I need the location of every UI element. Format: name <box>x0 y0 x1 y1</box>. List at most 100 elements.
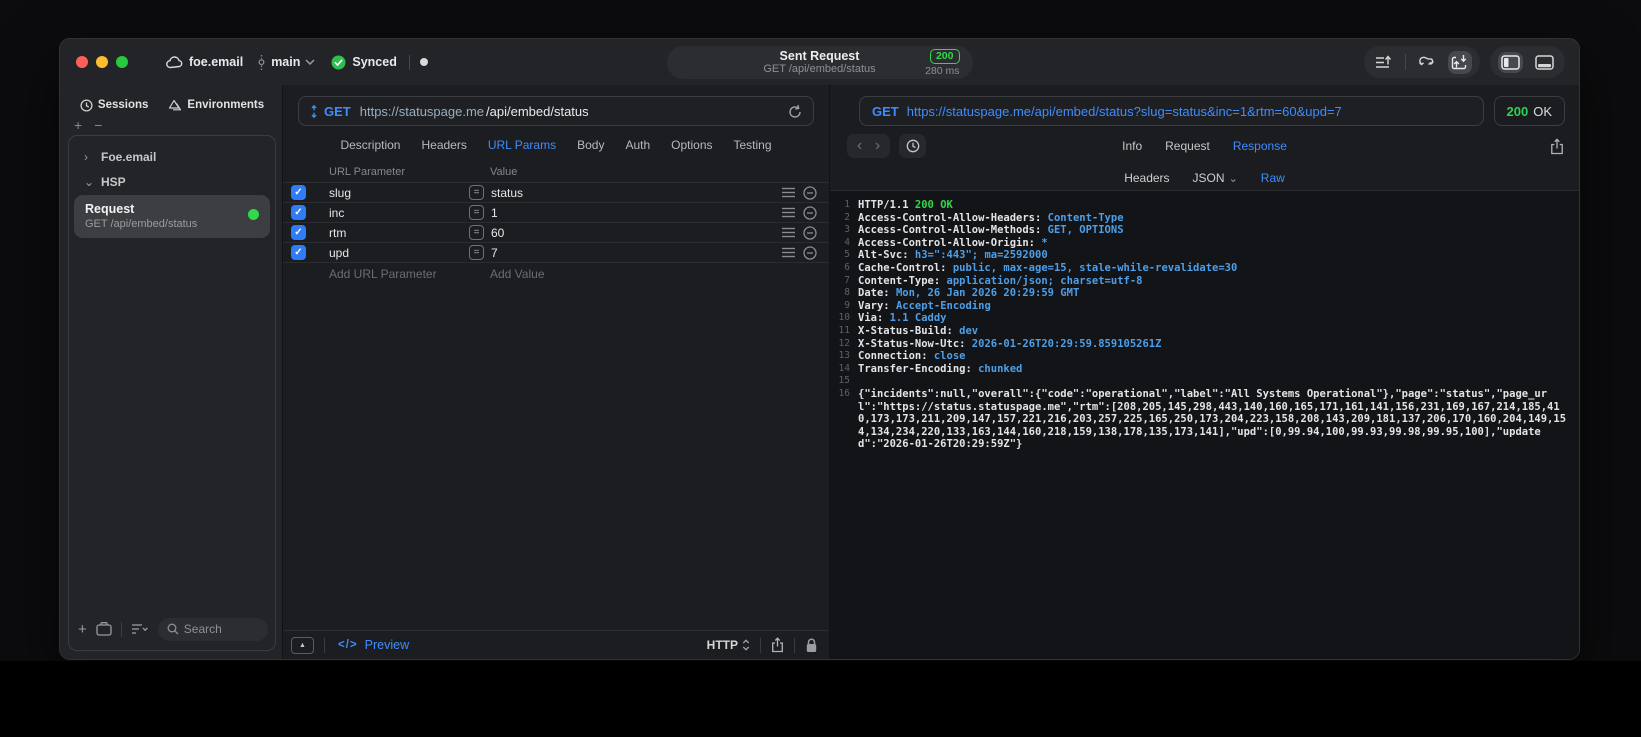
remove-item-button[interactable]: − <box>94 118 102 133</box>
param-name-field[interactable]: rtm <box>329 226 469 240</box>
request-url-input[interactable]: GET https://statuspage.me/api/embed/stat… <box>298 96 814 126</box>
format-tab-json[interactable]: JSON ⌄ <box>1193 171 1238 185</box>
remove-row-icon[interactable] <box>803 225 817 240</box>
request-duration: 280 ms <box>925 65 960 77</box>
header-name: X-Status-Build: <box>858 324 960 337</box>
param-name-field[interactable]: inc <box>329 206 469 220</box>
sent-request-subtitle: GET /api/embed/status <box>763 63 876 76</box>
dynamic-values-icon[interactable] <box>1415 51 1439 73</box>
zoom-window-button[interactable] <box>116 56 128 68</box>
sent-request-pill[interactable]: Sent Request GET /api/embed/status 200 2… <box>666 46 973 79</box>
drag-handle-icon[interactable] <box>782 207 795 218</box>
tab-options[interactable]: Options <box>671 138 712 152</box>
param-checkbox[interactable]: ✓ <box>291 205 306 220</box>
remove-row-icon[interactable] <box>803 205 817 220</box>
column-header-value: Value <box>490 165 518 178</box>
method-stepper-icon[interactable] <box>310 104 318 118</box>
response-tab-request[interactable]: Request <box>1165 139 1210 153</box>
tab-body[interactable]: Body <box>577 138 604 152</box>
tree-item-label: HSP <box>101 174 126 189</box>
add-url-parameter-field[interactable]: Add URL Parameter <box>329 267 490 281</box>
header-value: 1.1 Caddy <box>889 312 947 325</box>
sync-status[interactable]: Synced <box>331 55 397 70</box>
collapse-editor-button[interactable]: ▲ <box>291 636 314 654</box>
new-group-icon[interactable] <box>96 622 112 636</box>
response-body-view[interactable]: 1 HTTP/1.1 200 OK 2 Access-Control-Allow-He… <box>830 191 1579 659</box>
history-clock-button[interactable] <box>899 134 926 158</box>
search-placeholder: Search <box>183 622 222 636</box>
remove-row-icon[interactable] <box>803 185 817 200</box>
header-value: Mon, 26 Jan 2026 20:29:59 GMT <box>895 287 1080 300</box>
response-tab-response[interactable]: Response <box>1233 139 1287 153</box>
line-content <box>858 375 1571 388</box>
format-tab-headers[interactable]: Headers <box>1124 171 1169 185</box>
format-tab-raw[interactable]: Raw <box>1261 171 1285 185</box>
titlebar: foe.email main Synced Sent Request GET /… <box>60 39 1579 85</box>
tree-item-foe-email[interactable]: › Foe.email <box>69 144 275 169</box>
response-status: 200 OK <box>1493 96 1565 126</box>
tab-url-params[interactable]: URL Params <box>488 138 556 152</box>
branch-selector[interactable]: main <box>257 54 315 70</box>
titlebar-divider <box>408 54 410 70</box>
preview-button[interactable]: </> Preview <box>338 638 409 652</box>
tree-item-hsp[interactable]: ⌄ HSP <box>69 169 275 194</box>
drag-handle-icon[interactable] <box>782 187 795 198</box>
drag-handle-icon[interactable] <box>782 247 795 258</box>
param-name-field[interactable]: slug <box>329 186 469 200</box>
code-line: 6 Cache-Control: public, max-age=15, stal… <box>830 262 1571 275</box>
protocol-selector[interactable]: HTTP <box>707 638 750 652</box>
send-receive-icon[interactable] <box>1448 50 1472 74</box>
response-status-text: OK <box>1533 103 1552 119</box>
tab-headers[interactable]: Headers <box>421 138 466 152</box>
minimize-window-button[interactable] <box>96 56 108 68</box>
tab-environments[interactable]: Environments <box>168 99 264 112</box>
remove-row-icon[interactable] <box>803 245 817 260</box>
header-name: X-Status-Now-Utc: <box>858 337 972 350</box>
response-panel: GET https://statuspage.me/api/embed/stat… <box>830 85 1579 659</box>
param-name-field[interactable]: upd <box>329 246 469 260</box>
line-content: Via: 1.1 Caddy <box>858 312 1571 325</box>
new-request-icon[interactable]: + <box>78 621 87 638</box>
param-value-field[interactable]: 7 <box>491 246 782 260</box>
request-status-dot <box>248 209 259 220</box>
export-response-icon[interactable] <box>1550 137 1564 155</box>
add-item-button[interactable]: + <box>74 118 82 133</box>
request-order-icon[interactable] <box>1372 52 1396 73</box>
param-checkbox[interactable]: ✓ <box>291 185 306 200</box>
param-value-field[interactable]: status <box>491 186 782 200</box>
param-row-upd: ✓ upd = 7 <box>283 242 829 262</box>
header-name: Cache-Control: <box>858 261 953 274</box>
param-checkbox[interactable]: ✓ <box>291 225 306 240</box>
toggle-left-sidebar-icon[interactable] <box>1498 51 1523 73</box>
history-forward-button[interactable]: › <box>869 135 886 157</box>
reload-icon[interactable] <box>788 104 802 119</box>
param-checkbox[interactable]: ✓ <box>291 245 306 260</box>
params-rows: ✓ slug = status ✓ inc = 1 ✓ rtm = 60 ✓ upd = 7 <box>283 182 829 262</box>
request-method[interactable]: GET <box>324 104 351 119</box>
share-icon[interactable] <box>771 637 784 653</box>
equals-badge-icon: = <box>469 205 484 220</box>
tab-description[interactable]: Description <box>340 138 400 152</box>
tab-auth[interactable]: Auth <box>625 138 650 152</box>
response-url-display[interactable]: GET https://statuspage.me/api/embed/stat… <box>859 96 1484 126</box>
tab-sessions[interactable]: Sessions <box>80 98 148 112</box>
history-back-button[interactable]: ‹ <box>851 135 868 157</box>
response-tab-info[interactable]: Info <box>1122 139 1142 153</box>
code-line: 3 Access-Control-Allow-Methods: GET, OPTI… <box>830 224 1571 237</box>
tab-testing[interactable]: Testing <box>734 138 772 152</box>
close-window-button[interactable] <box>76 56 88 68</box>
app-window: foe.email main Synced Sent Request GET /… <box>59 38 1580 660</box>
param-value-field[interactable]: 1 <box>491 206 782 220</box>
add-value-field[interactable]: Add Value <box>490 267 545 281</box>
lock-icon[interactable] <box>805 638 818 653</box>
sidebar-request-item[interactable]: Request GET /api/embed/status <box>74 195 270 238</box>
drag-handle-icon[interactable] <box>782 227 795 238</box>
toggle-bottom-panel-icon[interactable] <box>1532 52 1557 73</box>
search-input[interactable]: Search <box>157 617 268 641</box>
param-value-field[interactable]: 60 <box>491 226 782 240</box>
request-footer-bar: ▲ </> Preview HTTP <box>283 630 829 659</box>
project-selector[interactable]: foe.email <box>166 55 243 69</box>
params-table-header: URL Parameter Value <box>283 161 829 182</box>
sync-label: Synced <box>352 55 397 69</box>
sort-filter-icon[interactable] <box>131 623 149 635</box>
